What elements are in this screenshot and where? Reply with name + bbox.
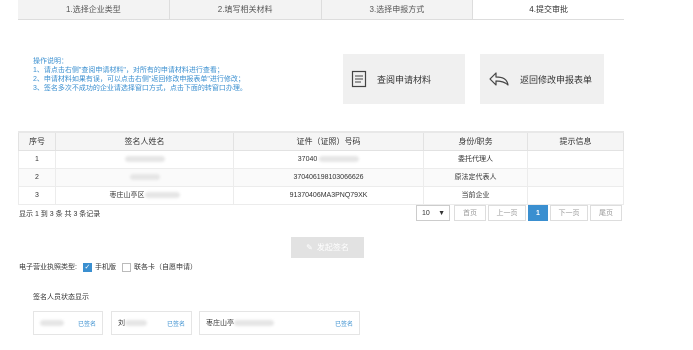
cell-index: 3 (18, 185, 56, 205)
cell-tip (527, 185, 624, 205)
sign-icon: ✎ (306, 243, 313, 252)
back-arrow-icon (488, 71, 510, 87)
redacted-mark (144, 192, 180, 199)
cell-role: 委托代理人 (423, 149, 528, 169)
signer-status-card: 刘 已签名 (111, 311, 192, 335)
instructions: 操作说明： 1、请点击右侧"查阅申请材料"，对所有的申请材料进行查看； 2、申请… (33, 57, 333, 93)
current-page-button[interactable]: 1 (528, 205, 548, 221)
cell-id: 370406198103066626 (233, 167, 424, 187)
record-count: 显示 1 到 3 条 共 3 条记录 (19, 211, 101, 218)
signed-tag: 已签名 (166, 321, 185, 328)
next-page-button[interactable]: 下一页 (550, 205, 588, 221)
signer-status-card: 已签名 (33, 311, 103, 335)
page-size-select[interactable]: 10 ▼ (416, 205, 450, 221)
card-checkbox[interactable] (121, 262, 131, 272)
cell-index: 2 (18, 167, 56, 187)
signer-status-title: 签名人员状态显示 (33, 294, 89, 301)
view-materials-button[interactable]: 查阅申请材料 (343, 54, 465, 104)
cell-role: 原法定代表人 (423, 167, 528, 187)
prev-page-button[interactable]: 上一页 (488, 205, 526, 221)
signed-tag: 已签名 (334, 321, 353, 328)
signers-table: 序号 签名人姓名 证件（证照）号码 身份/职务 提示信息 1 37040 委托代… (18, 131, 624, 205)
table-row[interactable]: 3 枣庄山亭区 91370406MA3PNQ79XK 当前企业 (18, 185, 624, 205)
tab-fill-materials[interactable]: 2.填写相关材料 (169, 0, 322, 19)
mobile-checkbox[interactable]: ✓ (82, 262, 92, 272)
redacted-mark (125, 320, 147, 327)
redacted-mark (129, 173, 160, 180)
return-edit-button[interactable]: 返回修改申报表单 (480, 54, 604, 104)
signer-status-card: 枣庄山亭 已签名 (199, 311, 360, 335)
initiate-sign-label: 发起签名 (316, 243, 349, 252)
redacted-mark (234, 320, 274, 327)
document-icon (351, 70, 367, 88)
tab-submit-approval[interactable]: 4.提交审批 (473, 0, 624, 19)
col-header-role[interactable]: 身份/职务 (423, 131, 528, 151)
tab-select-method[interactable]: 3.选择申报方式 (321, 0, 474, 19)
license-type-label: 电子营业执照类型: (19, 264, 77, 271)
last-page-button[interactable]: 尾页 (590, 205, 622, 221)
table-row[interactable]: 1 37040 委托代理人 (18, 149, 624, 169)
cell-id: 91370406MA3PNQ79XK (233, 185, 424, 205)
cell-name (55, 149, 234, 169)
initiate-sign-button[interactable]: ✎ 发起签名 (291, 237, 364, 258)
cell-tip (527, 167, 624, 187)
col-header-name[interactable]: 签名人姓名 (55, 131, 234, 151)
cell-role: 当前企业 (423, 185, 528, 205)
view-materials-label: 查阅申请材料 (377, 74, 432, 85)
redacted-mark (40, 319, 64, 326)
cell-name (55, 167, 234, 187)
signer-name (40, 319, 64, 327)
cell-tip (527, 149, 624, 169)
col-header-index[interactable]: 序号 (18, 131, 56, 151)
col-header-id[interactable]: 证件（证照）号码 (233, 131, 424, 151)
col-header-tip[interactable]: 提示信息 (527, 131, 624, 151)
mobile-option-label: 手机版 (94, 264, 116, 271)
cell-index: 1 (18, 149, 56, 169)
instruction-line: 1、请点击右侧"查阅申请材料"，对所有的申请材料进行查看； (33, 67, 224, 74)
signer-name: 枣庄山亭 (206, 318, 274, 328)
step-tabs: 1.选择企业类型 2.填写相关材料 3.选择申报方式 4.提交审批 (18, 0, 624, 20)
cell-name: 枣庄山亭区 (55, 185, 234, 205)
signed-tag: 已签名 (77, 321, 96, 328)
cell-id: 37040 (233, 149, 424, 169)
redacted-mark (124, 155, 165, 162)
instruction-line: 3、签名多次不成功的企业请选择窗口方式，点击下面的转窗口办理。 (33, 85, 247, 92)
instructions-title: 操作说明： (33, 58, 68, 65)
license-type-row: 电子营业执照类型: ✓ 手机版 联各卡（自愿申请） (19, 262, 197, 272)
chevron-down-icon: ▼ (438, 209, 445, 217)
instruction-line: 2、申请材料如果有误，可以点击右侧"返回修改申报表单"进行修改； (33, 76, 245, 83)
tab-select-company-type[interactable]: 1.选择企业类型 (18, 0, 170, 19)
signer-name: 刘 (118, 318, 147, 328)
redacted-mark (319, 155, 360, 162)
return-edit-label: 返回修改申报表单 (520, 74, 593, 85)
page-size-value: 10 (422, 209, 430, 217)
first-page-button[interactable]: 首页 (454, 205, 486, 221)
table-row[interactable]: 2 370406198103066626 原法定代表人 (18, 167, 624, 187)
card-option-label: 联各卡（自愿申请） (133, 264, 197, 271)
